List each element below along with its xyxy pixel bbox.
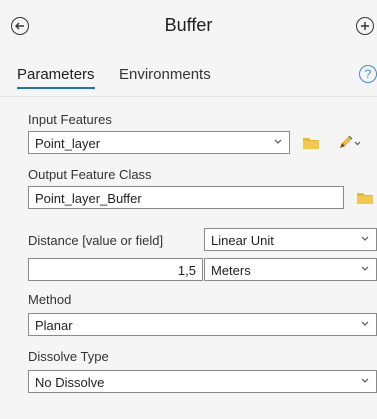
output-folder-icon[interactable]	[356, 191, 374, 205]
tab-parameters[interactable]: Parameters	[17, 66, 95, 89]
dissolve-label: Dissolve Type	[28, 349, 109, 364]
folder-icon[interactable]	[302, 136, 320, 150]
input-features-label: Input Features	[28, 112, 112, 127]
chevron-down-icon	[361, 236, 369, 241]
tool-title: Buffer	[164, 15, 213, 35]
distance-value: 1,5	[177, 263, 196, 278]
tab-bar: Parameters Environments	[0, 63, 377, 91]
help-button[interactable]: ?	[359, 65, 377, 83]
chevron-down-icon	[361, 321, 369, 326]
chevron-down-icon	[361, 266, 369, 271]
tab-environments[interactable]: Environments	[119, 66, 211, 83]
pencil-icon[interactable]	[337, 134, 361, 150]
distance-unit-value: Meters	[211, 263, 251, 278]
distance-type-dropdown[interactable]: Linear Unit	[204, 228, 377, 251]
method-dropdown[interactable]: Planar	[28, 313, 377, 336]
help-icon: ?	[364, 67, 372, 81]
add-button[interactable]	[356, 17, 374, 35]
distance-type-value: Linear Unit	[211, 233, 274, 248]
input-features-value: Point_layer	[35, 136, 101, 151]
input-features-dropdown[interactable]: Point_layer	[28, 131, 290, 154]
chevron-down-icon	[274, 139, 282, 144]
method-label: Method	[28, 292, 72, 307]
dissolve-dropdown[interactable]: No Dissolve	[28, 370, 377, 393]
tab-divider	[0, 96, 377, 97]
output-class-label: Output Feature Class	[28, 167, 152, 182]
output-class-input[interactable]: Point_layer_Buffer	[28, 186, 344, 209]
distance-unit-dropdown[interactable]: Meters	[204, 258, 377, 281]
dissolve-value: No Dissolve	[35, 375, 105, 390]
method-value: Planar	[35, 318, 73, 333]
chevron-down-icon	[361, 378, 369, 383]
output-class-value: Point_layer_Buffer	[35, 191, 142, 206]
distance-value-input[interactable]: 1,5	[28, 258, 203, 281]
tool-header: Buffer	[0, 0, 377, 60]
distance-label: Distance [value or field]	[28, 233, 164, 248]
plus-icon	[361, 22, 369, 30]
